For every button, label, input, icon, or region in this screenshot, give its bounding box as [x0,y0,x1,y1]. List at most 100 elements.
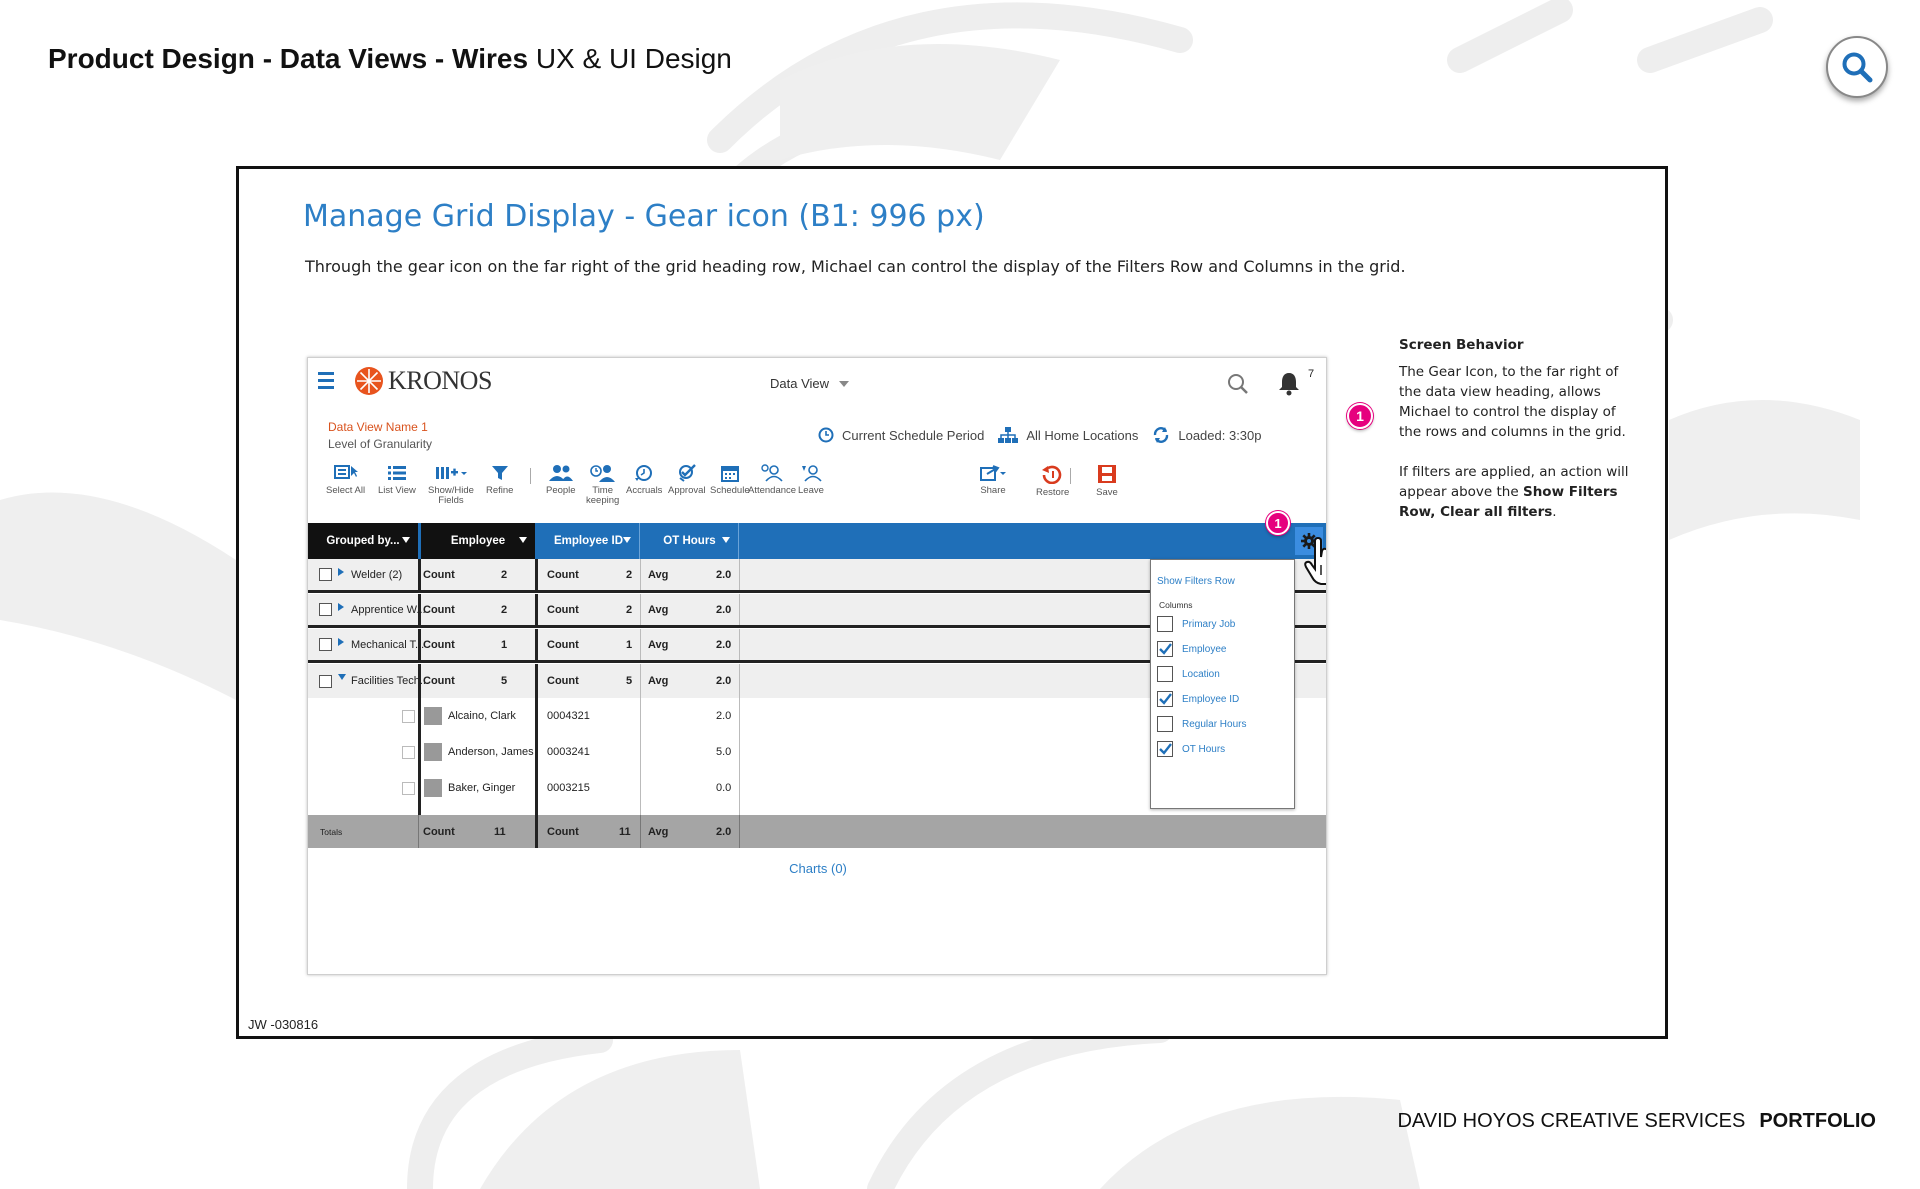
column-toggle-employee-id[interactable]: Employee ID [1157,691,1239,707]
collapse-arrow-icon[interactable] [338,674,346,680]
expand-arrow-icon[interactable] [338,567,344,576]
status-period[interactable]: Current Schedule Period [818,427,984,443]
save-button[interactable]: Save [1096,464,1118,498]
select-all-button[interactable]: Select All [326,464,365,496]
accruals-button[interactable]: Accruals [626,464,662,496]
bell-icon[interactable] [1276,370,1302,396]
column-divider [418,698,421,734]
column-divider [535,698,538,734]
show-filters-row-link[interactable]: Show Filters Row [1157,576,1235,587]
checked-checkbox-icon[interactable] [1157,691,1173,707]
timekeeping-button[interactable]: Time keeping [586,464,619,506]
group-name: Mechanical T... [351,638,425,651]
grid-header-row: Grouped by... Employee Employee ID OT Ho… [308,523,1326,559]
refine-button[interactable]: Refine [486,464,513,496]
column-divider [418,806,421,815]
group-avg-label: Avg [648,675,669,687]
attendance-button[interactable]: Attendance [748,464,796,496]
checked-checkbox-icon[interactable] [1157,741,1173,757]
row-checkbox[interactable] [319,568,332,581]
group-count-label: Count [423,603,455,616]
group-count-label: Count [547,568,579,581]
unchecked-checkbox-icon[interactable] [1157,666,1173,682]
header-grouped-by[interactable]: Grouped by... [308,523,418,559]
screen-behavior: Screen Behavior The Gear Icon, to the fa… [1399,335,1629,522]
group-avg-label: Avg [648,638,669,651]
leave-button[interactable]: Leave [798,464,824,496]
row-checkbox[interactable] [319,638,332,651]
approval-button[interactable]: Approval [668,464,706,496]
toolbar-divider [1070,468,1071,484]
row-checkbox[interactable] [319,603,332,616]
expand-arrow-icon[interactable] [338,637,344,646]
group-avg-value: 2.0 [716,603,732,616]
row-checkbox[interactable] [402,709,415,723]
checked-checkbox-icon[interactable] [1157,641,1173,657]
column-divider [739,698,740,734]
column-toggle-location[interactable]: Location [1157,666,1220,682]
people-button[interactable]: People [546,464,576,496]
column-toggle-label: Employee ID [1182,693,1240,705]
granularity-label: Level of Granularity [328,437,433,451]
status-loaded[interactable]: Loaded: 3:30p [1152,426,1262,444]
data-view-name[interactable]: Data View Name 1 [328,420,428,434]
avatar [424,743,442,761]
column-divider [535,734,538,770]
list-view-button[interactable]: List View [378,464,416,496]
header-employee[interactable]: Employee [421,523,535,559]
column-divider [739,559,740,590]
column-divider [418,815,419,848]
page-heading-rest: UX & UI Design [535,43,732,74]
group-avg-value: 2.0 [716,675,732,687]
column-toggle-regular-hours[interactable]: Regular Hours [1157,716,1246,732]
group-name: Apprentice W... [351,603,426,616]
columns-plus-icon [435,467,467,479]
header-employee-id-label: Employee ID [553,535,624,547]
calendar-icon [720,466,739,482]
hamburger-menu-icon[interactable] [318,372,334,392]
group-count-label: Count [423,638,455,651]
restore-button[interactable]: Restore [1036,464,1069,498]
column-divider [418,664,421,698]
totals-row: Totals Count 11 Count 11 Avg 2.0 [308,815,1326,848]
select-all-icon [333,465,358,479]
group-avg-value: 2.0 [716,638,732,651]
filter-icon [491,466,508,480]
search-icon[interactable] [1226,372,1250,396]
column-divider [535,770,538,806]
column-divider [640,815,641,848]
share-button[interactable]: Share [978,464,1008,496]
totals-count-value: 11 [494,825,506,838]
column-toggle-employee[interactable]: Employee [1157,641,1226,657]
data-view-select[interactable]: Data View [770,376,850,391]
status-locations[interactable]: All Home Locations [998,427,1138,443]
group-count-value: 2 [626,568,633,581]
data-view-select-label: Data View [770,376,830,391]
save-icon [1098,465,1116,483]
column-divider [739,806,740,815]
row-checkbox[interactable] [402,781,415,795]
header-employee-id[interactable]: Employee ID [538,523,640,559]
notification-count: 7 [1308,368,1315,380]
unchecked-checkbox-icon[interactable] [1157,616,1173,632]
column-toggle-primary-job[interactable]: Primary Job [1157,616,1235,632]
column-divider [640,629,641,660]
unchecked-checkbox-icon[interactable] [1157,716,1173,732]
status-period-label: Current Schedule Period [842,427,985,443]
show-hide-fields-button[interactable]: Show/Hide Fields [428,464,474,506]
column-divider [418,770,421,806]
column-toggle-ot-hours[interactable]: OT Hours [1157,741,1225,757]
avatar [424,707,442,725]
row-checkbox[interactable] [319,674,332,688]
toolbar: Select All List View Show/Hide Fields Re… [318,464,1318,510]
expand-arrow-icon[interactable] [338,602,344,611]
header-ot-hours[interactable]: OT Hours [641,523,739,559]
employee-name: Anderson, James [448,746,534,758]
row-checkbox[interactable] [402,745,415,759]
schedule-button[interactable]: Schedule [710,464,750,496]
hand-cursor-icon [1304,537,1326,585]
charts-link[interactable]: Charts (0) [308,861,1326,876]
screen-behavior-p2: If filters are applied, an action will a… [1399,462,1629,522]
screen-behavior-title: Screen Behavior [1399,337,1524,353]
zoom-search-button[interactable] [1826,36,1888,98]
